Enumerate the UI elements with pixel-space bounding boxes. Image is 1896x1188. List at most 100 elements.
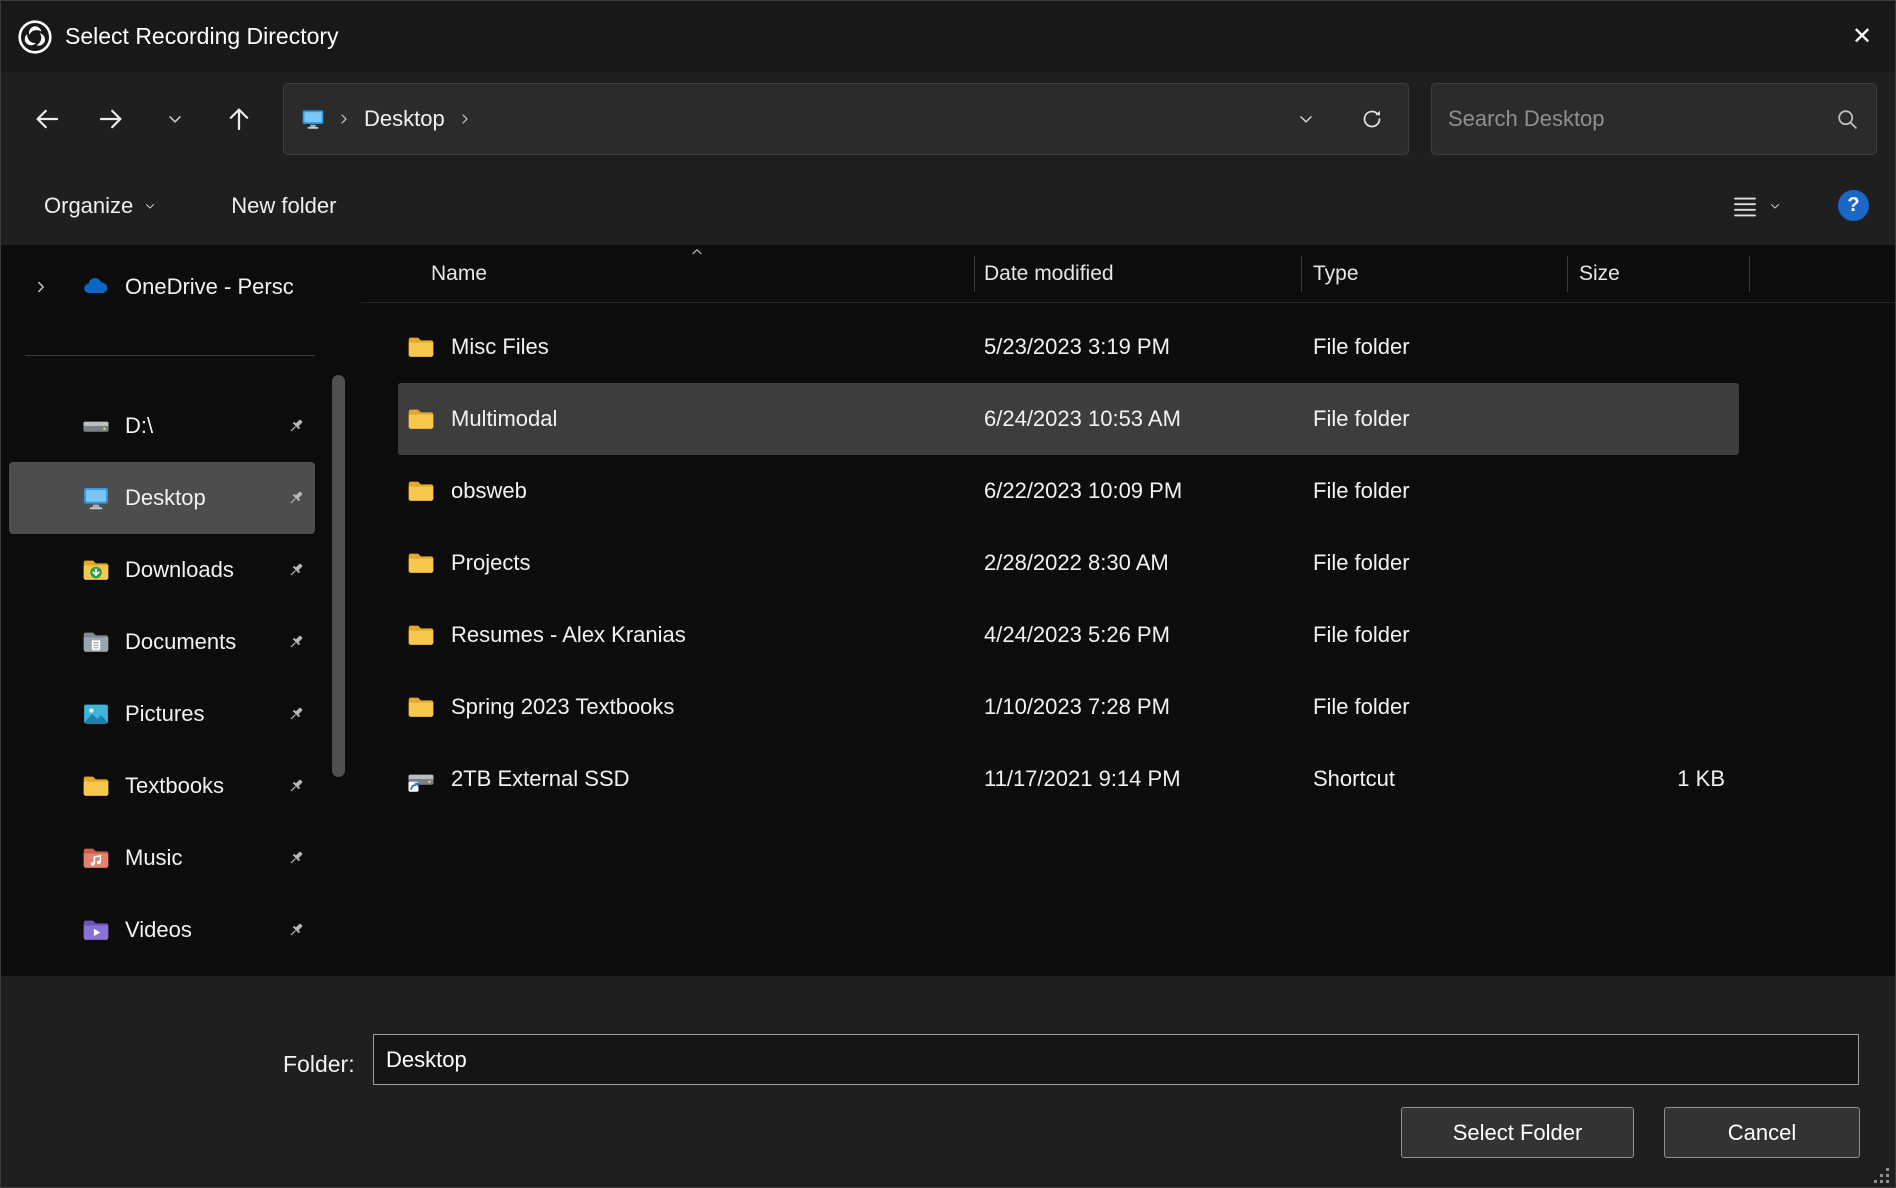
new-folder-label: New folder bbox=[231, 193, 336, 219]
sidebar-item-label: Textbooks bbox=[125, 773, 224, 799]
help-button[interactable]: ? bbox=[1838, 190, 1869, 221]
breadcrumb-segment-desktop[interactable]: Desktop bbox=[362, 106, 447, 132]
file-type: File folder bbox=[1313, 383, 1410, 455]
column-separator[interactable] bbox=[1301, 256, 1302, 292]
sidebar-item-videos[interactable]: Videos bbox=[9, 894, 315, 966]
sidebar-item-label: Desktop bbox=[125, 485, 206, 511]
file-date-modified: 6/24/2023 10:53 AM bbox=[984, 383, 1181, 455]
file-type: File folder bbox=[1313, 527, 1410, 599]
back-icon bbox=[32, 104, 62, 134]
pin-icon bbox=[285, 487, 307, 509]
file-name: obsweb bbox=[451, 455, 527, 527]
navigation-pane: OneDrive - Persc D:\ Desktop DownloadsDocum… bbox=[1, 245, 361, 976]
details-view-icon bbox=[1730, 191, 1760, 221]
pin-icon bbox=[285, 559, 307, 581]
sidebar-items: OneDrive - Persc D:\ Desktop DownloadsDocum… bbox=[1, 251, 361, 966]
onedrive-icon bbox=[81, 272, 111, 302]
column-header-size[interactable]: Size bbox=[1579, 245, 1620, 303]
folder-icon bbox=[406, 476, 436, 506]
file-rows: Misc Files5/23/2023 3:19 PMFile folderMu… bbox=[398, 311, 1739, 815]
close-button[interactable]: ✕ bbox=[1829, 1, 1895, 72]
help-icon: ? bbox=[1847, 194, 1859, 217]
file-name: Resumes - Alex Kranias bbox=[451, 599, 686, 671]
select-recording-directory-dialog: Select Recording Directory ✕ Desktop bbox=[0, 0, 1896, 1188]
cancel-button[interactable]: Cancel bbox=[1664, 1107, 1860, 1158]
file-row-obsweb[interactable]: obsweb6/22/2023 10:09 PMFile folder bbox=[398, 455, 1739, 527]
sidebar-item-pictures[interactable]: Pictures bbox=[9, 678, 315, 750]
address-dropdown-button[interactable] bbox=[1296, 109, 1316, 129]
file-name: Projects bbox=[451, 527, 530, 599]
sidebar-item-music[interactable]: Music bbox=[9, 822, 315, 894]
column-header-date-modified[interactable]: Date modified bbox=[984, 245, 1114, 303]
search-input[interactable] bbox=[1448, 106, 1834, 132]
back-button[interactable] bbox=[19, 91, 75, 147]
new-folder-button[interactable]: New folder bbox=[231, 193, 336, 219]
select-folder-label: Select Folder bbox=[1453, 1120, 1583, 1146]
file-row-multimodal[interactable]: Multimodal 6/24/2023 10:53 AM File folder bbox=[398, 383, 1739, 455]
sidebar-item-downloads[interactable]: Downloads bbox=[9, 534, 315, 606]
file-date-modified: 4/24/2023 5:26 PM bbox=[984, 599, 1170, 671]
desktop-icon bbox=[81, 483, 111, 513]
pin-icon bbox=[285, 703, 307, 725]
file-date-modified: 2/28/2022 8:30 AM bbox=[984, 527, 1169, 599]
chevron-down-icon bbox=[143, 199, 157, 213]
file-row-projects[interactable]: Projects 2/28/2022 8:30 AM File folder bbox=[398, 527, 1739, 599]
column-separator[interactable] bbox=[1567, 256, 1568, 292]
folder-name-input[interactable] bbox=[373, 1034, 1859, 1085]
obs-logo-icon bbox=[17, 19, 53, 55]
file-name: 2TB External SSD bbox=[451, 743, 630, 815]
change-view-button[interactable] bbox=[1730, 191, 1782, 221]
file-row-resumes-alex-kranias[interactable]: Resumes - Alex Kranias 4/24/2023 5:26 PM F… bbox=[398, 599, 1739, 671]
address-bar[interactable]: Desktop bbox=[283, 83, 1409, 155]
file-name: Multimodal bbox=[451, 383, 557, 455]
sidebar-item-label: Videos bbox=[125, 917, 192, 943]
videos-icon bbox=[81, 915, 111, 945]
pin-icon bbox=[285, 775, 307, 797]
refresh-button[interactable] bbox=[1360, 107, 1384, 131]
file-type: Shortcut bbox=[1313, 743, 1395, 815]
select-folder-button[interactable]: Select Folder bbox=[1401, 1107, 1634, 1158]
dialog-content: OneDrive - Persc D:\ Desktop DownloadsDocum… bbox=[1, 245, 1895, 976]
forward-button[interactable] bbox=[83, 91, 139, 147]
folder-icon bbox=[406, 692, 436, 722]
command-bar-right: ? bbox=[1730, 190, 1869, 221]
forward-icon bbox=[96, 104, 126, 134]
file-row-misc-files[interactable]: Misc Files5/23/2023 3:19 PMFile folder bbox=[398, 311, 1739, 383]
file-list-area: Name Date modified Type Size Misc Files5… bbox=[361, 245, 1895, 976]
folder-icon bbox=[406, 620, 436, 650]
pin-icon bbox=[285, 847, 307, 869]
sort-ascending-icon bbox=[689, 244, 705, 260]
folder-icon bbox=[81, 771, 111, 801]
sidebar-item-onedrive-persc[interactable]: OneDrive - Persc bbox=[9, 251, 315, 323]
file-type: File folder bbox=[1313, 671, 1410, 743]
column-separator[interactable] bbox=[974, 256, 975, 292]
search-icon bbox=[1834, 106, 1860, 132]
titlebar[interactable]: Select Recording Directory ✕ bbox=[1, 1, 1895, 72]
drive-icon bbox=[81, 411, 111, 441]
sidebar-item-d[interactable]: D:\ bbox=[9, 390, 315, 462]
column-header-name[interactable]: Name bbox=[431, 245, 487, 303]
column-separator[interactable] bbox=[1749, 256, 1750, 292]
recent-locations-button[interactable] bbox=[147, 91, 203, 147]
file-date-modified: 5/23/2023 3:19 PM bbox=[984, 311, 1170, 383]
file-row-2tb-external-ssd[interactable]: 2TB External SSD11/17/2021 9:14 PMShortc… bbox=[398, 743, 1739, 815]
folder-icon bbox=[406, 404, 436, 434]
column-headers: Name Date modified Type Size bbox=[361, 245, 1895, 303]
column-header-type[interactable]: Type bbox=[1313, 245, 1359, 303]
sidebar-item-label: Music bbox=[125, 845, 182, 871]
organize-button[interactable]: Organize bbox=[44, 193, 157, 219]
sidebar-item-documents[interactable]: Documents bbox=[9, 606, 315, 678]
sidebar-item-textbooks[interactable]: Textbooks bbox=[9, 750, 315, 822]
file-type: File folder bbox=[1313, 599, 1410, 671]
sidebar-item-desktop[interactable]: Desktop bbox=[9, 462, 315, 534]
up-button[interactable] bbox=[211, 91, 267, 147]
file-name: Spring 2023 Textbooks bbox=[451, 671, 674, 743]
resize-grip[interactable] bbox=[1870, 1164, 1892, 1186]
file-date-modified: 6/22/2023 10:09 PM bbox=[984, 455, 1182, 527]
pin-icon bbox=[285, 415, 307, 437]
expand-chevron-icon[interactable] bbox=[32, 278, 50, 296]
command-bar: Organize New folder ? bbox=[1, 166, 1895, 245]
sidebar-scrollbar-thumb[interactable] bbox=[332, 375, 345, 777]
file-row-spring-2023-textbooks[interactable]: Spring 2023 Textbooks1/10/2023 7:28 PMFi… bbox=[398, 671, 1739, 743]
up-arrow-icon bbox=[224, 104, 254, 134]
